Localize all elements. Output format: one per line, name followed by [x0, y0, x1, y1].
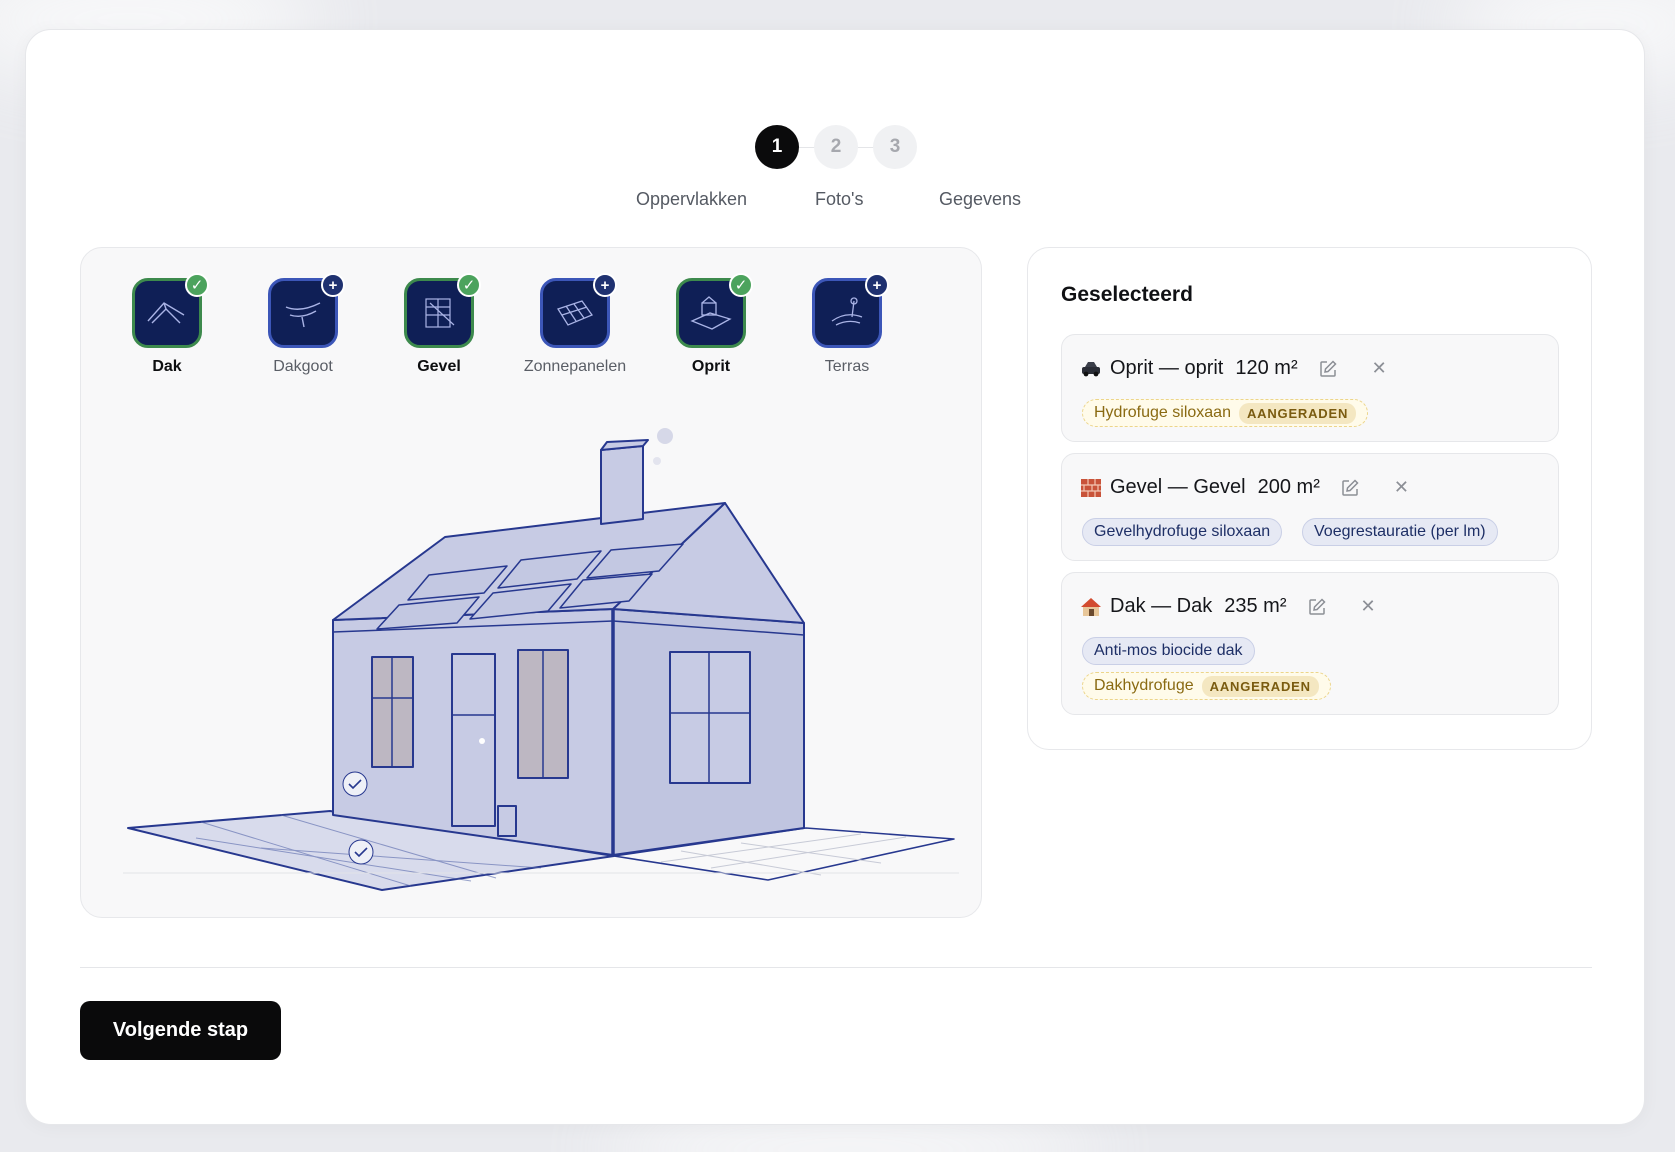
- terrace-icon: +: [812, 273, 889, 348]
- step-2-indicator[interactable]: 2: [814, 125, 858, 169]
- chip-label: Dakhydrofuge: [1094, 677, 1194, 694]
- main-card: 1 2 3 Oppervlakken Foto's Gegevens ✓ Dak…: [25, 29, 1645, 1125]
- footer-divider: [80, 967, 1592, 968]
- surface-label: Terras: [824, 358, 870, 375]
- house-icon: [1081, 597, 1101, 616]
- add-plus-icon: +: [321, 273, 345, 297]
- solar-panel-icon: +: [540, 273, 617, 348]
- selected-item-area: 200 m²: [1257, 476, 1320, 498]
- surface-option-dakgoot[interactable]: + Dakgoot: [238, 273, 368, 376]
- service-chip[interactable]: Voegrestauratie (per lm): [1302, 518, 1498, 546]
- step-2-label: Foto's: [815, 189, 864, 209]
- edit-icon[interactable]: [1307, 597, 1327, 617]
- recommended-badge: AANGERADEN: [1238, 402, 1357, 424]
- add-plus-icon: +: [865, 273, 889, 297]
- service-chip[interactable]: Gevelhydrofuge siloxaan: [1082, 518, 1283, 546]
- chip-label: Gevelhydrofuge siloxaan: [1094, 523, 1271, 540]
- remove-icon[interactable]: ✕: [1361, 596, 1376, 617]
- surface-selector-panel: ✓ Dak + Dakgoot ✓ Gevel + Zonnepanelen ✓…: [80, 247, 982, 918]
- service-chip[interactable]: Hydrofuge siloxaan AANGERADEN: [1082, 399, 1369, 427]
- chip-label: Hydrofuge siloxaan: [1094, 404, 1231, 421]
- surface-label: Gevel: [417, 358, 461, 375]
- step-connector: [799, 147, 815, 148]
- selected-check-icon: ✓: [729, 273, 753, 297]
- gutter-icon: +: [268, 273, 345, 348]
- edit-icon[interactable]: [1340, 478, 1360, 498]
- step-3-label: Gegevens: [939, 189, 1022, 209]
- surface-label: Oprit: [691, 358, 731, 375]
- selected-item-name: Dak — Dak: [1110, 595, 1213, 617]
- selected-check-icon: ✓: [185, 273, 209, 297]
- facade-icon: ✓: [404, 273, 481, 348]
- selected-item-name: Oprit — oprit: [1110, 357, 1224, 379]
- step-1-label: Oppervlakken: [636, 189, 748, 209]
- remove-icon[interactable]: ✕: [1394, 477, 1409, 498]
- surface-option-terras[interactable]: + Terras: [782, 273, 912, 376]
- selected-item-area: 120 m²: [1235, 357, 1298, 379]
- surface-label: Zonnepanelen: [523, 358, 627, 375]
- car-icon: [1082, 361, 1100, 376]
- selected-panel-title: Geselecteerd: [1061, 283, 1193, 306]
- remove-icon[interactable]: ✕: [1372, 358, 1387, 379]
- selected-item-name: Gevel — Gevel: [1110, 476, 1246, 498]
- stepper: 1 2 3 Oppervlakken Foto's Gegevens: [26, 95, 1644, 215]
- edit-icon[interactable]: [1318, 359, 1338, 379]
- add-plus-icon: +: [593, 273, 617, 297]
- chip-label: Voegrestauratie (per lm): [1314, 523, 1486, 540]
- selected-item-area: 235 m²: [1224, 595, 1287, 617]
- surface-option-dak[interactable]: ✓ Dak: [102, 273, 232, 376]
- chip-label: Anti-mos biocide dak: [1094, 642, 1243, 659]
- selected-item-gevel: Gevel — Gevel 200 m² ✕ Gevelhydrofuge si…: [1061, 453, 1559, 561]
- surface-option-zonnepanelen[interactable]: + Zonnepanelen: [510, 273, 640, 376]
- step-connector: [858, 147, 874, 148]
- selected-check-icon: ✓: [457, 273, 481, 297]
- surface-option-oprit[interactable]: ✓ Oprit: [646, 273, 776, 376]
- surface-label: Dakgoot: [273, 358, 333, 375]
- selected-item-dak: Dak — Dak 235 m² ✕ Anti-mos biocide dak …: [1061, 572, 1559, 715]
- driveway-icon: ✓: [676, 273, 753, 348]
- step-1-indicator[interactable]: 1: [755, 125, 799, 169]
- next-step-button[interactable]: Volgende stap: [80, 1001, 281, 1060]
- selected-panel: Geselecteerd Oprit — oprit 120 m² ✕ Hydr…: [1027, 247, 1592, 750]
- brick-icon: [1081, 478, 1101, 497]
- service-chip[interactable]: Anti-mos biocide dak: [1082, 637, 1255, 665]
- selected-item-oprit: Oprit — oprit 120 m² ✕ Hydrofuge siloxaa…: [1061, 334, 1559, 442]
- roof-icon: ✓: [132, 273, 209, 348]
- service-chip[interactable]: Dakhydrofuge AANGERADEN: [1082, 672, 1331, 700]
- recommended-badge: AANGERADEN: [1201, 675, 1319, 697]
- step-3-indicator[interactable]: 3: [873, 125, 917, 169]
- surface-label: Dak: [152, 358, 182, 375]
- surface-option-gevel[interactable]: ✓ Gevel: [374, 273, 504, 376]
